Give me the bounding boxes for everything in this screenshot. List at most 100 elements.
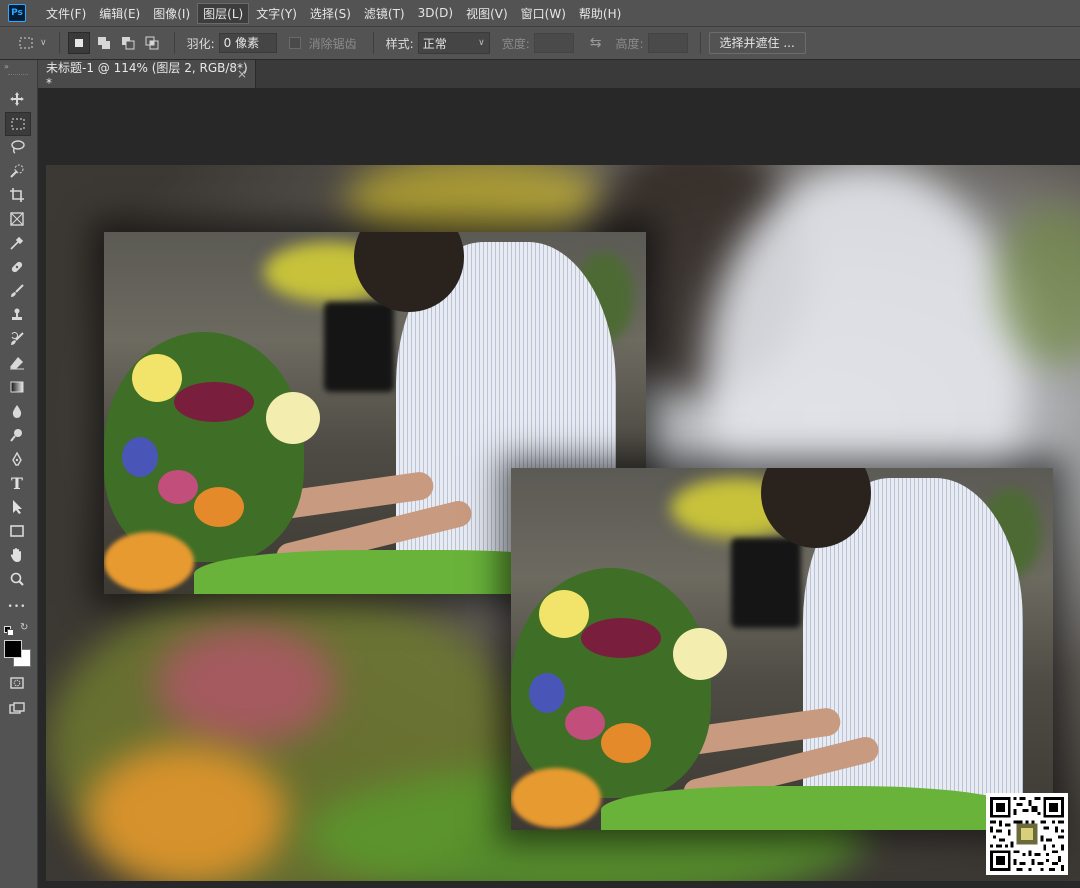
- new-selection-icon: [74, 39, 83, 47]
- feather-input[interactable]: 0 像素: [218, 33, 277, 53]
- pen-tool[interactable]: [5, 448, 29, 470]
- add-selection-icon: [97, 37, 110, 49]
- purple-flowers: [174, 382, 254, 422]
- rect-marquee-icon: [11, 118, 25, 130]
- menu-file[interactable]: 文件(F): [40, 3, 92, 24]
- swap-colors-icon[interactable]: ↻: [20, 622, 28, 633]
- brush-tool[interactable]: [5, 280, 29, 302]
- frame-icon: [10, 212, 24, 226]
- menu-filter[interactable]: 滤镜(T): [358, 3, 411, 24]
- qr-code-icon: [990, 797, 1064, 871]
- path-selection-tool[interactable]: [5, 496, 29, 518]
- menu-help[interactable]: 帮助(H): [573, 3, 627, 24]
- more-icon: •••: [7, 602, 27, 612]
- workspace: [38, 88, 1080, 888]
- screen-mode-icon: [9, 702, 25, 714]
- menu-type[interactable]: 文字(Y): [250, 3, 303, 24]
- menu-layer[interactable]: 图层(L): [197, 2, 250, 24]
- clone-stamp-tool[interactable]: [5, 304, 29, 326]
- blur-tool[interactable]: [5, 400, 29, 422]
- crop-tool[interactable]: [5, 184, 29, 206]
- style-value: 正常: [422, 36, 447, 51]
- gradient-tool[interactable]: [5, 376, 29, 398]
- photo-layer-2[interactable]: [511, 468, 1053, 830]
- healing-brush-tool[interactable]: [5, 256, 29, 278]
- image-canvas[interactable]: [46, 165, 1080, 881]
- width-label: 宽度:: [501, 36, 530, 51]
- antialias-label: 消除锯齿: [308, 36, 357, 51]
- chevron-down-icon[interactable]: ∨: [40, 38, 47, 48]
- menu-select[interactable]: 选择(S): [304, 3, 357, 24]
- blur-icon: [12, 405, 22, 418]
- separator: [699, 32, 701, 54]
- width-input[interactable]: [533, 33, 574, 53]
- select-and-mask-button[interactable]: 选择并遮住 ...: [708, 32, 806, 54]
- height-input[interactable]: [647, 33, 688, 53]
- orange-bloom: [104, 532, 194, 592]
- bg-pot: [324, 302, 394, 392]
- hand-tool[interactable]: [5, 544, 29, 566]
- menu-3d[interactable]: 3D(D): [412, 4, 459, 22]
- eyedropper-icon: [10, 236, 24, 250]
- bg-pot: [731, 538, 801, 628]
- new-selection-button[interactable]: [67, 32, 90, 54]
- rectangle-tool[interactable]: [5, 520, 29, 542]
- eraser-icon: [10, 357, 24, 370]
- history-brush-tool[interactable]: [5, 328, 29, 350]
- style-select[interactable]: 正常 ∨: [417, 32, 490, 54]
- add-to-selection-button[interactable]: [94, 33, 114, 53]
- yellow-rose: [132, 354, 182, 402]
- screen-mode-button[interactable]: [5, 698, 29, 720]
- rect-marquee-tool[interactable]: [5, 112, 31, 136]
- pen-icon: [12, 451, 22, 466]
- document-tab[interactable]: 未标题-1 @ 114% (图层 2, RGB/8*) * ×: [38, 60, 256, 90]
- subtract-from-selection-button[interactable]: [118, 33, 138, 53]
- green-stems: [601, 786, 1021, 830]
- pink-calla: [565, 706, 605, 740]
- quick-select-icon: [10, 164, 24, 178]
- more-tools-button[interactable]: •••: [5, 596, 29, 618]
- pink-calla: [158, 470, 198, 504]
- dodge-tool[interactable]: [5, 424, 29, 446]
- bg-blur-pink: [156, 625, 336, 745]
- menu-edit[interactable]: 编辑(E): [93, 3, 146, 24]
- panel-collapse-icon[interactable]: »: [4, 62, 9, 71]
- tool-preset-picker[interactable]: [16, 33, 36, 53]
- white-rose: [266, 392, 320, 444]
- crop-icon: [10, 188, 24, 202]
- menu-image[interactable]: 图像(I): [147, 3, 196, 24]
- menu-view[interactable]: 视图(V): [460, 3, 514, 24]
- healing-brush-icon: [11, 261, 23, 273]
- frame-tool[interactable]: [5, 208, 29, 230]
- move-tool[interactable]: [5, 88, 29, 110]
- antialias-checkbox[interactable]: [288, 37, 301, 49]
- quick-mask-button[interactable]: [5, 672, 29, 694]
- lasso-tool[interactable]: [5, 136, 29, 158]
- default-colors-icon[interactable]: [4, 626, 14, 636]
- intersect-selection-button[interactable]: [142, 33, 162, 53]
- zoom-tool[interactable]: [5, 568, 29, 590]
- purple-flowers: [581, 618, 661, 658]
- close-icon[interactable]: ×: [237, 67, 247, 81]
- gradient-icon: [10, 381, 24, 393]
- eyedropper-tool[interactable]: [5, 232, 29, 254]
- menu-window[interactable]: 窗口(W): [515, 3, 572, 24]
- quick-select-tool[interactable]: [5, 160, 29, 182]
- height-label: 高度:: [615, 36, 644, 51]
- document-tab-bar: 未标题-1 @ 114% (图层 2, RGB/8*) * ×: [38, 60, 1080, 90]
- separator: [58, 32, 60, 54]
- zoom-icon: [10, 572, 24, 586]
- feather-label: 羽化:: [186, 36, 215, 51]
- swap-dimensions-icon[interactable]: ⇆: [590, 35, 602, 51]
- panel-grip[interactable]: [8, 74, 28, 77]
- hand-icon: [10, 548, 21, 562]
- rectangle-icon: [10, 525, 24, 537]
- blue-hyacinth: [529, 673, 565, 713]
- eraser-tool[interactable]: [5, 352, 29, 374]
- foreground-color-swatch[interactable]: [4, 640, 22, 658]
- bg-blur-orange: [86, 745, 286, 881]
- yellow-rose: [539, 590, 589, 638]
- subtract-selection-icon: [121, 37, 135, 50]
- style-label: 样式:: [385, 36, 414, 51]
- type-tool[interactable]: T: [5, 472, 29, 494]
